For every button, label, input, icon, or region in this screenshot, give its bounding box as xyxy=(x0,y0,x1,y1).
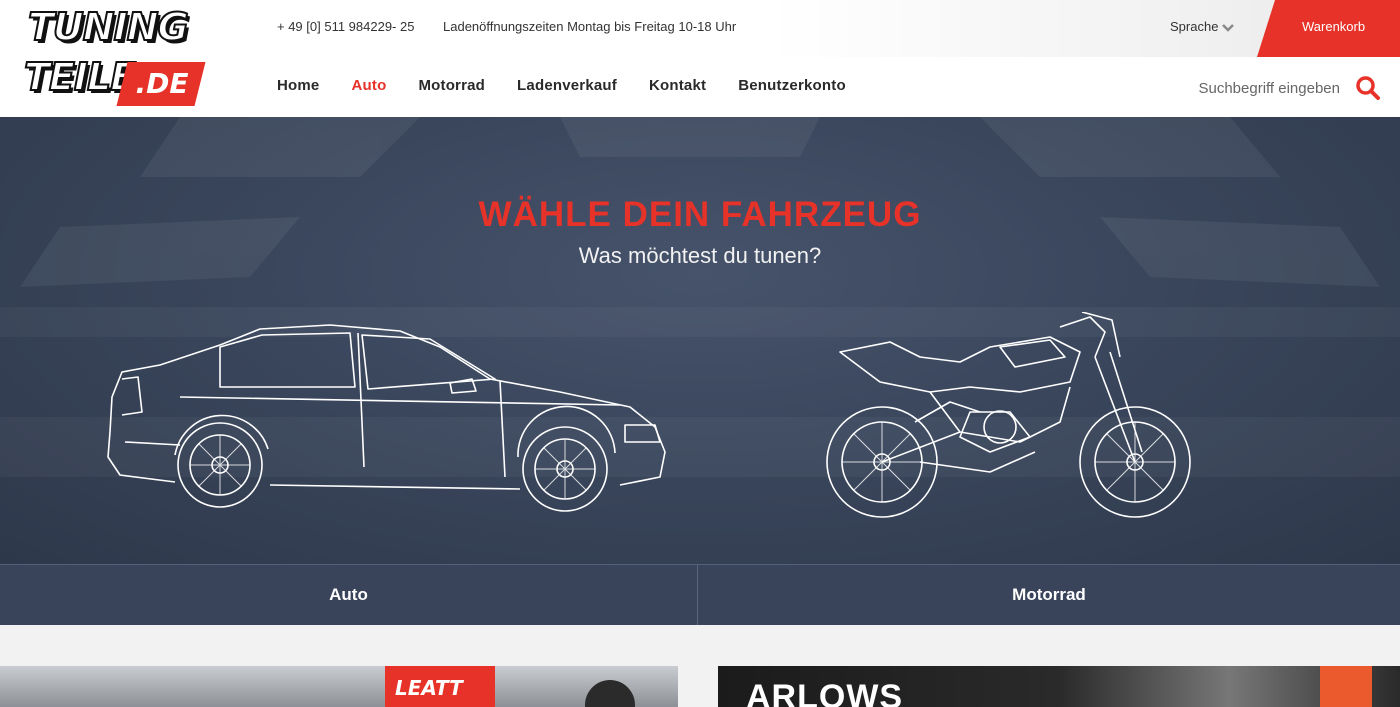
helmet-image xyxy=(585,680,635,707)
arlows-logo-text: ARLOWS xyxy=(746,678,904,707)
chevron-down-icon[interactable] xyxy=(1222,22,1234,34)
choose-auto-button[interactable]: Auto xyxy=(0,565,697,625)
hero-title: WÄHLE DEIN FAHRZEUG xyxy=(478,195,922,234)
car-outline-icon[interactable] xyxy=(100,317,680,517)
search-input[interactable] xyxy=(1160,74,1340,102)
teaser-arlows[interactable]: ARLOWS xyxy=(718,666,1400,707)
choose-motorrad-button[interactable]: Motorrad xyxy=(698,565,1400,625)
site-header: TUNING TEILE .DE + 49 [0] 511 984229- 25… xyxy=(0,0,1400,117)
vehicle-choice-bar: Auto Motorrad xyxy=(0,564,1400,625)
leatt-logo-text: LEATT xyxy=(395,676,463,700)
hero-subtitle: Was möchtest du tunen? xyxy=(578,243,822,268)
phone-number[interactable]: + 49 [0] 511 984229- 25 xyxy=(277,19,414,34)
cart-label[interactable]: Warenkorb xyxy=(1302,19,1365,34)
brand-mark-icon xyxy=(1320,666,1372,707)
nav-item-motorrad[interactable]: Motorrad xyxy=(418,77,485,94)
language-selector[interactable]: Sprache xyxy=(1170,19,1218,34)
nav-item-kontakt[interactable]: Kontakt xyxy=(649,77,706,94)
nav-item-home[interactable]: Home xyxy=(277,77,319,94)
teaser-leatt[interactable]: LEATT xyxy=(0,666,678,707)
motorbike-outline-icon[interactable] xyxy=(820,312,1200,522)
search-icon[interactable] xyxy=(1355,75,1381,101)
site-logo[interactable]: TUNING TEILE .DE xyxy=(23,4,206,110)
nav-item-ladenverkauf[interactable]: Ladenverkauf xyxy=(517,77,617,94)
nav-item-benutzerkonto[interactable]: Benutzerkonto xyxy=(738,77,846,94)
logo-text-de: .DE xyxy=(135,67,189,100)
logo-text-tuning: TUNING xyxy=(27,4,190,50)
opening-hours: Ladenöffnungszeiten Montag bis Freitag 1… xyxy=(443,19,737,34)
nav-item-auto[interactable]: Auto xyxy=(351,77,386,94)
main-nav: Home Auto Motorrad Ladenverkauf Kontakt … xyxy=(277,77,846,94)
vehicle-selector-hero: WÄHLE DEIN FAHRZEUG Was möchtest du tune… xyxy=(0,117,1400,564)
